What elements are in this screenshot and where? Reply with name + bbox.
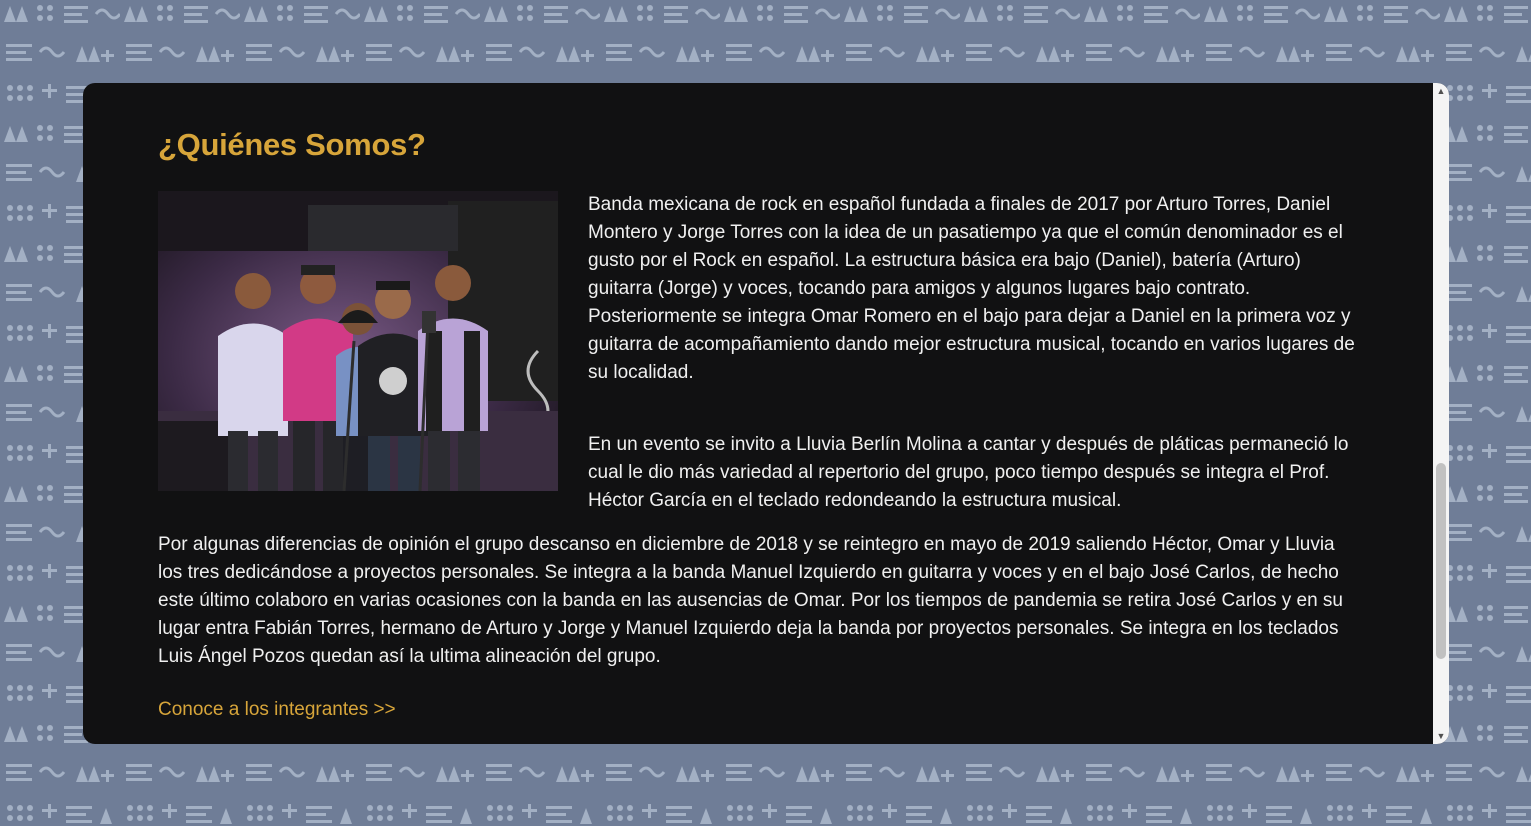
about-content: ¿Quiénes Somos? Banda mexicana de rock e… [158, 83, 1358, 744]
modal-scrollbar[interactable]: ▲ ▼ [1433, 83, 1449, 744]
intro-paragraph: Banda mexicana de rock en español fundad… [588, 194, 1355, 383]
scroll-down-icon[interactable]: ▼ [1433, 728, 1449, 744]
about-modal: ¿Quiénes Somos? Banda mexicana de rock e… [83, 83, 1449, 744]
scroll-thumb[interactable] [1436, 463, 1446, 659]
history-paragraph: En un evento se invito a Lluvia Berlín M… [588, 434, 1349, 511]
scroll-up-icon[interactable]: ▲ [1433, 83, 1449, 99]
section-title: ¿Quiénes Somos? [158, 127, 426, 162]
band-photo [158, 191, 558, 491]
members-link[interactable]: Conoce a los integrantes >> [158, 699, 396, 721]
lineup-paragraph: Por algunas diferencias de opinión el gr… [158, 534, 1343, 667]
